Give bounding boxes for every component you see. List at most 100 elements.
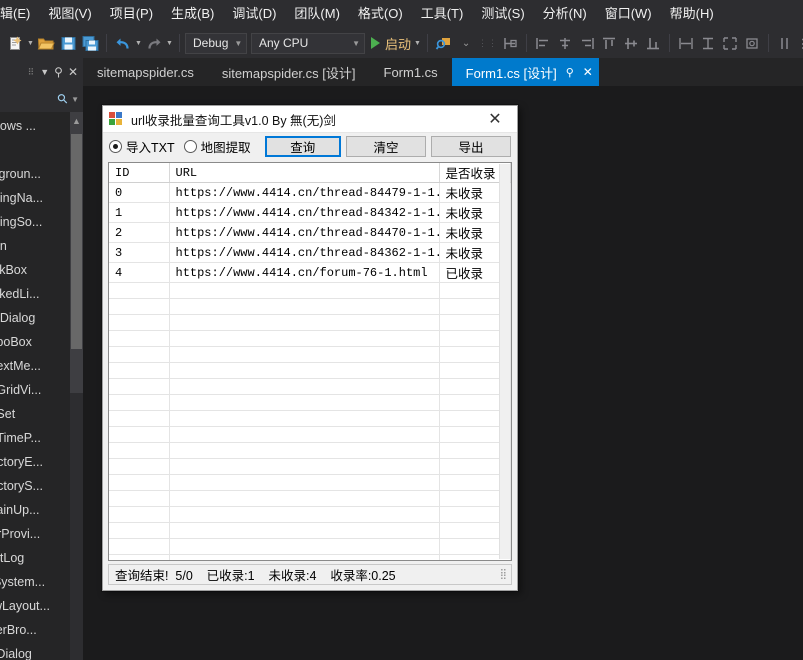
close-icon[interactable]: ✕	[473, 106, 517, 133]
table-row-empty[interactable]	[109, 314, 511, 331]
chevron-down-icon[interactable]: ▼	[71, 95, 79, 104]
toolbox-item[interactable]: taSet	[0, 402, 70, 426]
align-rights-icon[interactable]	[576, 32, 598, 54]
toolbox-search-box[interactable]: ⚲ ▼	[0, 86, 83, 112]
toolbox-item[interactable]: ndingNa...	[0, 186, 70, 210]
table-row-empty[interactable]	[109, 490, 511, 507]
tab-0[interactable]: sitemapspider.cs	[83, 58, 208, 86]
radio-import-txt[interactable]: 导入TXT	[109, 137, 175, 156]
open-folder-icon[interactable]	[35, 32, 57, 54]
table-row[interactable]: 2https://www.4414.cn/thread-84470-1-1.ht…	[109, 222, 511, 243]
menu-item-9[interactable]: 分析(N)	[534, 2, 596, 26]
table-row-empty[interactable]	[109, 506, 511, 523]
undo-dropdown-icon[interactable]: ▼	[134, 32, 143, 54]
toolbox-item[interactable]: mainUp...	[0, 498, 70, 522]
pin-icon[interactable]: ⚲	[566, 66, 574, 79]
menu-item-2[interactable]: 项目(P)	[101, 2, 162, 26]
size-to-grid-icon[interactable]	[741, 32, 763, 54]
table-row-empty[interactable]	[109, 394, 511, 411]
new-item-dropdown-icon[interactable]: ▼	[26, 32, 35, 54]
redo-dropdown-icon[interactable]: ▼	[165, 32, 174, 54]
save-all-icon[interactable]	[79, 32, 101, 54]
menu-item-0[interactable]: 编辑(E)	[0, 2, 39, 26]
toolbox-item[interactable]: ntDialog	[0, 642, 70, 660]
toolbox-item[interactable]: taGridVi...	[0, 378, 70, 402]
dialog-title-bar[interactable]: url收录批量查询工具v1.0 By 無(无)剑 ✕	[103, 106, 517, 133]
align-bottoms-icon[interactable]	[642, 32, 664, 54]
radio-map-extract[interactable]: 地图提取	[183, 137, 251, 156]
toolbox-item[interactable]: teTimeP...	[0, 426, 70, 450]
table-row[interactable]: 3https://www.4414.cn/thread-84362-1-1.ht…	[109, 242, 511, 263]
tab-1[interactable]: sitemapspider.cs [设计]	[207, 58, 370, 86]
make-same-size-icon[interactable]	[719, 32, 741, 54]
table-row[interactable]: 1https://www.4414.cn/thread-84342-1-1.ht…	[109, 202, 511, 223]
platform-combo[interactable]: Any CPU ▼	[251, 32, 365, 54]
toolbox-item[interactable]: mboBox	[0, 330, 70, 354]
align-to-grid-icon[interactable]	[499, 32, 521, 54]
toolbox-item[interactable]: owLayout...	[0, 594, 70, 618]
vert-spacing-icon[interactable]	[796, 32, 803, 54]
undo-icon[interactable]	[112, 32, 134, 54]
table-row-empty[interactable]	[109, 522, 511, 539]
close-icon[interactable]: ✕	[68, 66, 78, 78]
menu-item-5[interactable]: 团队(M)	[285, 2, 349, 26]
table-row-empty[interactable]	[109, 458, 511, 475]
save-icon[interactable]	[57, 32, 79, 54]
table-row-empty[interactable]	[109, 378, 511, 395]
menu-item-1[interactable]: 视图(V)	[39, 2, 100, 26]
toolbox-item[interactable]: ckgroun...	[0, 162, 70, 186]
toolbox-scrollbar[interactable]: ▲	[70, 112, 83, 393]
configuration-combo[interactable]: Debug ▼	[185, 32, 247, 54]
resize-grip-icon[interactable]: ⣿	[500, 569, 508, 580]
redo-icon[interactable]	[143, 32, 165, 54]
table-row-empty[interactable]	[109, 346, 511, 363]
column-header-id[interactable]: ID	[109, 163, 170, 183]
table-row-empty[interactable]	[109, 474, 511, 491]
menu-item-7[interactable]: 工具(T)	[412, 2, 473, 26]
toolbox-item[interactable]: eckBox	[0, 258, 70, 282]
align-middles-icon[interactable]	[620, 32, 642, 54]
make-same-height-icon[interactable]	[697, 32, 719, 54]
align-lefts-icon[interactable]	[532, 32, 554, 54]
table-row-empty[interactable]	[109, 410, 511, 427]
results-grid[interactable]: ID URL 是否收录 0 https://www.4414.cn/thread-…	[108, 162, 512, 561]
make-same-width-icon[interactable]	[675, 32, 697, 54]
toolbox-item[interactable]: eSystem...	[0, 570, 70, 594]
menu-item-10[interactable]: 窗口(W)	[596, 2, 661, 26]
toolbox-item[interactable]: tton	[0, 234, 70, 258]
tab-2[interactable]: Form1.cs	[369, 58, 452, 86]
column-header-url[interactable]: URL	[169, 163, 440, 183]
menu-item-4[interactable]: 调试(D)	[223, 2, 285, 26]
scrollbar-thumb[interactable]	[71, 134, 82, 349]
table-row-empty[interactable]	[109, 330, 511, 347]
toolbox-item[interactable]: lorDialog	[0, 306, 70, 330]
toolbox-item[interactable]: ndows ...	[0, 114, 70, 138]
pin-icon[interactable]: ⚲	[54, 66, 63, 78]
table-row-empty[interactable]	[109, 538, 511, 555]
start-debug-button[interactable]: 启动	[369, 34, 413, 53]
align-centers-icon[interactable]	[554, 32, 576, 54]
chevron-down-icon[interactable]: ▼	[40, 67, 49, 77]
horiz-spacing-icon[interactable]	[774, 32, 796, 54]
toolbox-item[interactable]: 计	[0, 138, 70, 162]
align-tops-icon[interactable]	[598, 32, 620, 54]
table-row-empty[interactable]	[109, 362, 511, 379]
menu-item-8[interactable]: 测试(S)	[472, 2, 533, 26]
table-row-empty[interactable]	[109, 442, 511, 459]
toolbar-overflow-icon[interactable]: ⌄	[455, 32, 477, 54]
table-row-empty[interactable]	[109, 298, 511, 315]
start-dropdown-icon[interactable]: ▼	[413, 32, 422, 54]
scroll-up-arrow-icon[interactable]: ▲	[70, 112, 83, 130]
toolbox-item[interactable]: eckedLi...	[0, 282, 70, 306]
table-row[interactable]: 0https://www.4414.cn/thread-84479-1-1.ht…	[109, 182, 511, 203]
table-row-empty[interactable]	[109, 554, 511, 560]
table-row-empty[interactable]	[109, 282, 511, 299]
toolbox-item[interactable]: rectoryE...	[0, 450, 70, 474]
new-item-icon[interactable]	[4, 32, 26, 54]
export-button[interactable]: 导出	[430, 135, 511, 157]
grid-scrollbar[interactable]	[499, 164, 510, 559]
toolbox-item[interactable]: lderBro...	[0, 618, 70, 642]
query-button[interactable]: 查询	[264, 135, 341, 157]
toolbox-item[interactable]: entLog	[0, 546, 70, 570]
toolbox-item[interactable]: rorProvi...	[0, 522, 70, 546]
